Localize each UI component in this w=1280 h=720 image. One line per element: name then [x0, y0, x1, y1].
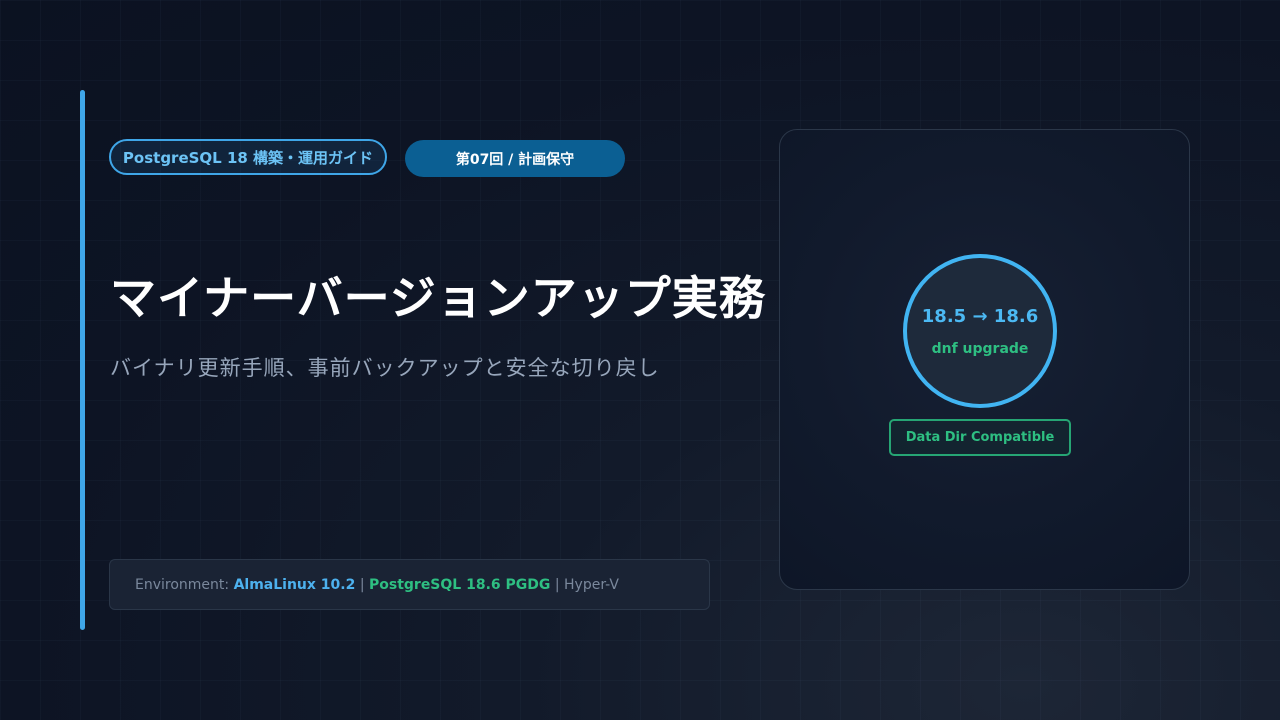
page-subtitle: バイナリ更新手順、事前バックアップと安全な切り戻し	[110, 356, 660, 380]
series-pill: PostgreSQL 18 構築・運用ガイド	[109, 139, 387, 175]
version-change-label: 18.5 → 18.6	[921, 306, 1039, 327]
environment-box: Environment: AlmaLinux 10.2 | PostgreSQL…	[109, 559, 710, 610]
page-title: マイナーバージョンアップ実務	[110, 271, 766, 325]
environment-postgres: PostgreSQL 18.6 PGDG	[368, 576, 551, 593]
upgrade-command-label: dnf upgrade	[931, 341, 1029, 357]
environment-label: Environment:	[135, 576, 230, 593]
environment-hypervisor: Hyper-V	[564, 576, 619, 593]
environment-separator: |	[359, 576, 365, 593]
episode-pill: 第07回 / 計画保守	[405, 140, 625, 177]
environment-separator: |	[554, 576, 560, 593]
version-circle	[903, 254, 1057, 408]
compatibility-badge: Data Dir Compatible	[889, 419, 1071, 456]
environment-os: AlmaLinux 10.2	[233, 576, 356, 593]
accent-bar	[80, 90, 85, 630]
